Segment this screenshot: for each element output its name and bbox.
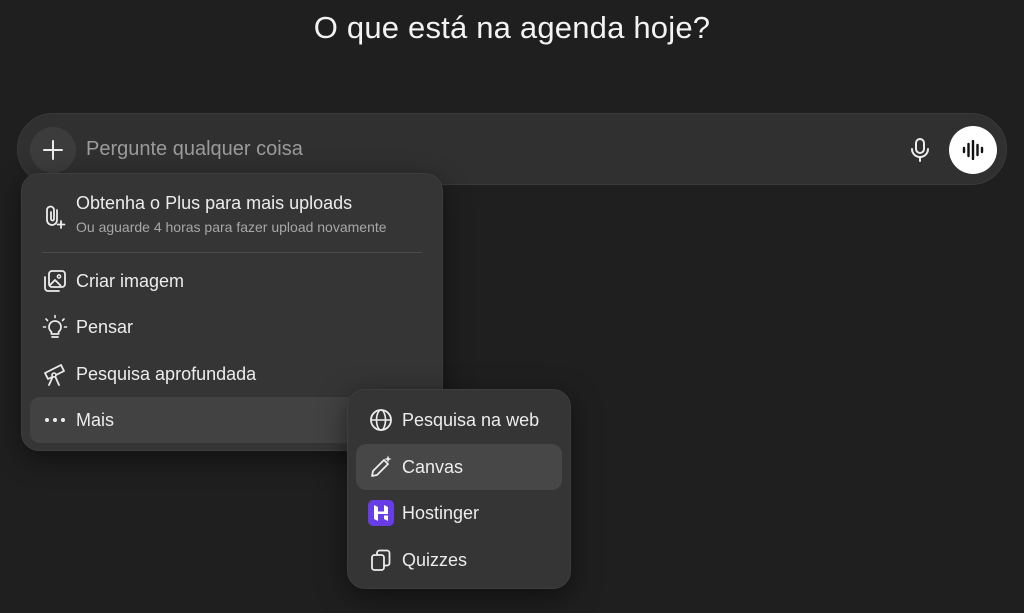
mais-label: Mais — [76, 409, 115, 430]
criar-imagem-label: Criar imagem — [76, 270, 185, 291]
submenu-item-pesquisa-web[interactable]: Pesquisa na web — [356, 397, 562, 443]
lightbulb-icon — [42, 314, 68, 340]
pesquisa-label: Pesquisa aprofundada — [76, 363, 257, 384]
quizzes-label: Quizzes — [402, 549, 468, 570]
paperclip-plus-icon — [42, 204, 68, 230]
menu-divider — [42, 252, 422, 253]
pesquisa-web-label: Pesquisa na web — [402, 409, 540, 430]
submenu-item-quizzes[interactable]: Quizzes — [356, 537, 562, 583]
menu-item-criar-imagem[interactable]: Criar imagem — [30, 258, 434, 304]
hostinger-label: Hostinger — [402, 502, 480, 523]
plus-icon — [43, 140, 63, 160]
attach-button[interactable] — [30, 127, 76, 173]
dictate-button[interactable] — [902, 132, 938, 168]
app-stage: O que está na agenda hoje? Pergunte qual… — [0, 0, 1024, 613]
voice-waveform-icon — [962, 140, 984, 160]
pensar-label: Pensar — [76, 316, 134, 337]
upload-sublabel: Ou aguarde 4 horas para fazer upload nov… — [76, 219, 387, 235]
pen-sparkle-icon — [368, 454, 394, 480]
menu-item-upload[interactable]: Obtenha o Plus para mais uploads Ou agua… — [30, 186, 434, 246]
microphone-icon — [911, 138, 929, 162]
cards-icon — [368, 547, 394, 573]
voice-mode-button[interactable] — [949, 126, 997, 174]
more-dots-icon — [42, 407, 68, 433]
canvas-label: Canvas — [402, 456, 464, 477]
upload-label: Obtenha o Plus para mais uploads — [76, 193, 353, 213]
page-title: O que está na agenda hoje? — [313, 10, 711, 45]
submenu-item-hostinger[interactable]: Hostinger — [356, 490, 562, 536]
globe-icon — [368, 407, 394, 433]
submenu-item-canvas[interactable]: Canvas — [356, 444, 562, 490]
image-icon — [42, 268, 68, 294]
hostinger-logo-icon — [368, 500, 394, 526]
telescope-icon — [42, 361, 68, 387]
menu-item-pensar[interactable]: Pensar — [30, 304, 434, 350]
more-submenu: Pesquisa na web Canvas Hostinger Quizzes — [347, 389, 571, 589]
prompt-input[interactable]: Pergunte qualquer coisa — [86, 138, 303, 161]
